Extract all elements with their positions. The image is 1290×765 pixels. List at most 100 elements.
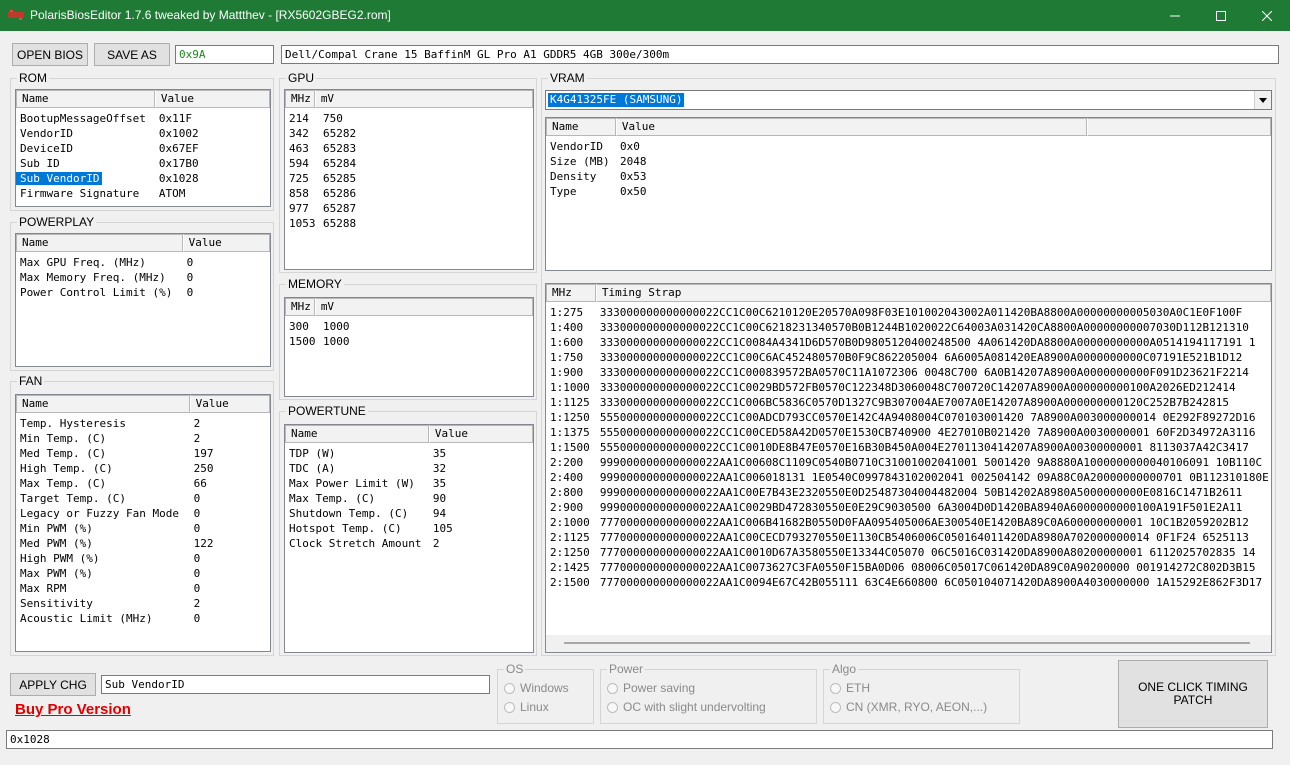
fan-row[interactable]: Max Temp. (C) 66 (16, 476, 270, 491)
timing-row[interactable]: 2:400 999000000000000022AA1C006018131 1E0… (546, 470, 1271, 485)
fan-row[interactable]: Temp. Hysteresis 2 (16, 416, 270, 431)
fan-listview[interactable]: Name Value Temp. Hysteresis 2 Min Temp. (C… (15, 394, 271, 652)
rom-row[interactable]: BootupMessageOffset 0x11F (16, 111, 270, 126)
timing-row[interactable]: 1:750 333000000000000022CC1C00C6AC4524805… (546, 350, 1271, 365)
rom-row[interactable]: DeviceID 0x67EF (16, 141, 270, 156)
rom-listview[interactable]: Name Value BootupMessageOffset 0x11F Vendo… (15, 89, 271, 207)
memory-row[interactable]: 1500 1000 (285, 334, 533, 349)
gpu-row[interactable]: 594 65284 (285, 156, 533, 171)
gpu-row[interactable]: 342 65282 (285, 126, 533, 141)
gpu-row[interactable]: 977 65287 (285, 201, 533, 216)
timing-row[interactable]: 2:200 999000000000000022AA1C00608C1109C05… (546, 455, 1271, 470)
vram-dropdown-button[interactable] (1254, 91, 1271, 109)
gpu-row[interactable]: 1053 65288 (285, 216, 533, 231)
timing-row[interactable]: 1:900 333000000000000022CC1C000839572BA05… (546, 365, 1271, 380)
timing-row[interactable]: 2:800 999000000000000022AA1C00E7B43E23205… (546, 485, 1271, 500)
maximize-button[interactable] (1198, 0, 1244, 31)
powertune-row[interactable]: Clock Stretch Amount 2 (285, 536, 533, 551)
gpu-row[interactable]: 858 65286 (285, 186, 533, 201)
gpu-listview[interactable]: MHz mV 214 750 342 65282 463 65283 594 65284 725… (284, 89, 534, 270)
checksum-field[interactable]: 0x9A (175, 45, 274, 64)
save-as-button[interactable]: SAVE AS (94, 43, 170, 66)
timing-row[interactable]: 2:900 999000000000000022AA1C0029BD4728305… (546, 500, 1271, 515)
vram-select[interactable]: K4G41325FE (SAMSUNG) (545, 90, 1272, 110)
power-oc-radio[interactable]: OC with slight undervolting (607, 699, 766, 715)
timing-row[interactable]: 1:1375 555000000000000022CC1C00CED58A42D0… (546, 425, 1271, 440)
apply-changes-button[interactable]: APPLY CHG (10, 673, 96, 696)
timing-col-mhz[interactable]: MHz (546, 284, 596, 302)
algo-eth-radio[interactable]: ETH (830, 680, 870, 696)
rom-col-value[interactable]: Value (154, 90, 270, 108)
fan-row[interactable]: High Temp. (C) 250 (16, 461, 270, 476)
powertune-row[interactable]: TDP (W) 35 (285, 446, 533, 461)
minimize-button[interactable] (1152, 0, 1198, 31)
memory-listview[interactable]: MHz mV 300 1000 1500 1000 (284, 297, 534, 397)
powerplay-row[interactable]: Power Control Limit (%) 0 (16, 285, 270, 300)
edit-name-field[interactable]: Sub VendorID (101, 675, 490, 694)
fan-row[interactable]: Acoustic Limit (MHz) 0 (16, 611, 270, 626)
close-button[interactable] (1244, 0, 1290, 31)
os-linux-radio[interactable]: Linux (504, 699, 549, 715)
powerplay-row[interactable]: Max GPU Freq. (MHz) 0 (16, 255, 270, 270)
powertune-row[interactable]: TDC (A) 32 (285, 461, 533, 476)
timing-row[interactable]: 2:1500 777000000000000022AA1C0094E67C42B0… (546, 575, 1271, 590)
powerplay-row[interactable]: Max Memory Freq. (MHz) 0 (16, 270, 270, 285)
fan-row[interactable]: Min PWM (%) 0 (16, 521, 270, 536)
vram-col-name[interactable]: Name (546, 118, 616, 136)
fan-row[interactable]: Target Temp. (C) 0 (16, 491, 270, 506)
gpu-row[interactable]: 214 750 (285, 111, 533, 126)
timing-row[interactable]: 1:1250 555000000000000022CC1C00ADCD793CC0… (546, 410, 1271, 425)
bios-description-field[interactable]: Dell/Compal Crane 15 BaffinM GL Pro A1 G… (281, 45, 1279, 64)
vram-col-value[interactable]: Value (615, 118, 1087, 136)
timing-col-strap[interactable]: Timing Strap (595, 284, 1271, 302)
fan-row[interactable]: Med Temp. (C) 197 (16, 446, 270, 461)
memory-col-mhz[interactable]: MHz (285, 298, 315, 316)
fan-col-name[interactable]: Name (16, 395, 190, 413)
rom-row[interactable]: Sub VendorID 0x1028 (16, 171, 270, 186)
rom-row[interactable]: Firmware Signature ATOM (16, 186, 270, 201)
powerplay-col-name[interactable]: Name (16, 234, 183, 252)
one-click-timing-patch-button[interactable]: ONE CLICK TIMING PATCH (1118, 660, 1268, 728)
gpu-row[interactable]: 725 65285 (285, 171, 533, 186)
rom-col-name[interactable]: Name (16, 90, 155, 108)
fan-col-value[interactable]: Value (189, 395, 270, 413)
timing-row[interactable]: 2:1000 777000000000000022AA1C006B41682B05… (546, 515, 1271, 530)
timing-row[interactable]: 2:1125 777000000000000022AA1C00CECD793270… (546, 530, 1271, 545)
fan-row[interactable]: High PWM (%) 0 (16, 551, 270, 566)
powerplay-listview[interactable]: Name Value Max GPU Freq. (MHz) 0 Max Memor… (15, 233, 271, 367)
open-bios-button[interactable]: OPEN BIOS (12, 43, 88, 66)
rom-row[interactable]: VendorID 0x1002 (16, 126, 270, 141)
timing-row[interactable]: 1:600 333000000000000022CC1C0084A4341D6D5… (546, 335, 1271, 350)
algo-cn-radio[interactable]: CN (XMR, RYO, AEON,...) (830, 699, 987, 715)
rom-row[interactable]: Sub ID 0x17B0 (16, 156, 270, 171)
gpu-row[interactable]: 463 65283 (285, 141, 533, 156)
powerplay-col-value[interactable]: Value (182, 234, 270, 252)
fan-row[interactable]: Min Temp. (C) 2 (16, 431, 270, 446)
memory-row[interactable]: 300 1000 (285, 319, 533, 334)
vram-info-listview[interactable]: Name Value VendorID 0x0 Size (MB) 2048 Densi… (545, 117, 1272, 271)
timing-row[interactable]: 1:1000 333000000000000022CC1C0029BD572FB0… (546, 380, 1271, 395)
os-windows-radio[interactable]: Windows (504, 680, 569, 696)
fan-row[interactable]: Legacy or Fuzzy Fan Mode 0 (16, 506, 270, 521)
vram-row[interactable]: Size (MB) 2048 (546, 154, 1271, 169)
vram-row[interactable]: VendorID 0x0 (546, 139, 1271, 154)
timing-listview[interactable]: MHz Timing Strap 1:275 333000000000000022… (545, 283, 1272, 653)
timing-row[interactable]: 2:1250 777000000000000022AA1C0010D67A3580… (546, 545, 1271, 560)
fan-row[interactable]: Med PWM (%) 122 (16, 536, 270, 551)
vram-row[interactable]: Type 0x50 (546, 184, 1271, 199)
gpu-col-mv[interactable]: mV (314, 90, 533, 108)
fan-row[interactable]: Max PWM (%) 0 (16, 566, 270, 581)
fan-row[interactable]: Max RPM 0 (16, 581, 270, 596)
powertune-col-name[interactable]: Name (285, 425, 429, 443)
powertune-col-value[interactable]: Value (428, 425, 533, 443)
gpu-col-mhz[interactable]: MHz (285, 90, 315, 108)
timing-row[interactable]: 2:1425 777000000000000022AA1C0073627C3FA0… (546, 560, 1271, 575)
powertune-listview[interactable]: Name Value TDP (W) 35 TDC (A) 32 Max Power L… (284, 424, 534, 653)
powertune-row[interactable]: Max Temp. (C) 90 (285, 491, 533, 506)
powertune-row[interactable]: Max Power Limit (W) 35 (285, 476, 533, 491)
scrollbar-thumb[interactable] (564, 642, 1250, 644)
memory-col-mv[interactable]: mV (314, 298, 533, 316)
timing-horizontal-scrollbar[interactable] (546, 635, 1271, 652)
powertune-row[interactable]: Hotspot Temp. (C) 105 (285, 521, 533, 536)
power-saving-radio[interactable]: Power saving (607, 680, 695, 696)
